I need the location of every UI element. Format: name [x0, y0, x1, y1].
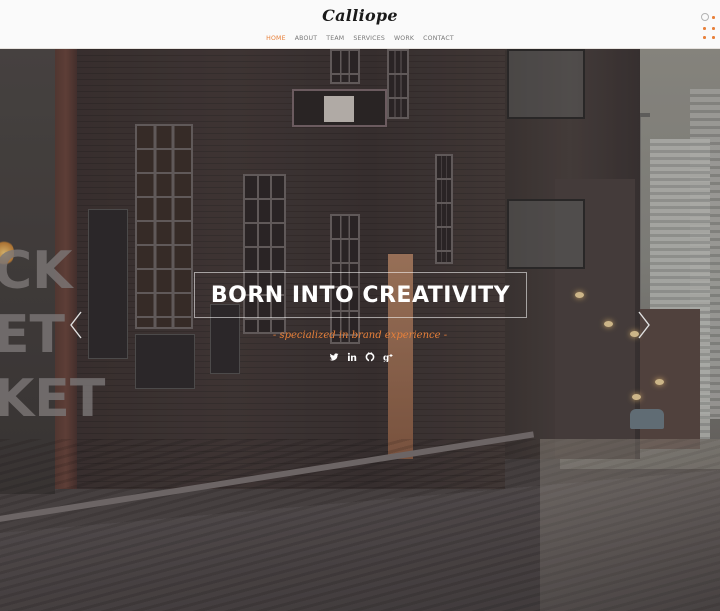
nav-home[interactable]: HOME [266, 35, 286, 42]
svg-text:g: g [383, 354, 390, 363]
nav-contact[interactable]: CONTACT [423, 35, 454, 42]
hero-title-box: BORN INTO CREATIVITY [194, 272, 527, 318]
google-plus-icon[interactable]: g [383, 352, 393, 364]
menu-dot [712, 36, 715, 39]
twitter-icon[interactable] [329, 352, 339, 362]
menu-dot [712, 16, 715, 19]
chevron-left-icon[interactable] [69, 311, 83, 339]
menu-dots-icon[interactable] [699, 13, 717, 41]
nav-work[interactable]: WORK [394, 35, 414, 42]
hero-slider: CK ET KET BORN INTO CREATIVITY - specializ… [0, 49, 720, 611]
menu-ring [701, 13, 709, 21]
hero-title: BORN INTO CREATIVITY [210, 282, 511, 308]
social-links: g [329, 352, 393, 364]
chevron-right-icon[interactable] [637, 311, 651, 339]
linkedin-icon[interactable] [347, 352, 357, 362]
nav-about[interactable]: ABOUT [295, 35, 318, 42]
nav-services[interactable]: SERVICES [353, 35, 385, 42]
menu-dot [712, 27, 715, 30]
github-icon[interactable] [365, 352, 375, 362]
menu-dot [703, 27, 706, 30]
logo[interactable]: Calliope [0, 6, 720, 25]
main-nav: HOME ABOUT TEAM SERVICES WORK CONTACT [0, 35, 720, 42]
menu-dot [703, 36, 706, 39]
hero-tagline: - specialized in brand experience - [272, 330, 448, 341]
nav-team[interactable]: TEAM [326, 35, 344, 42]
site-header: Calliope HOME ABOUT TEAM SERVICES WORK C… [0, 0, 720, 49]
